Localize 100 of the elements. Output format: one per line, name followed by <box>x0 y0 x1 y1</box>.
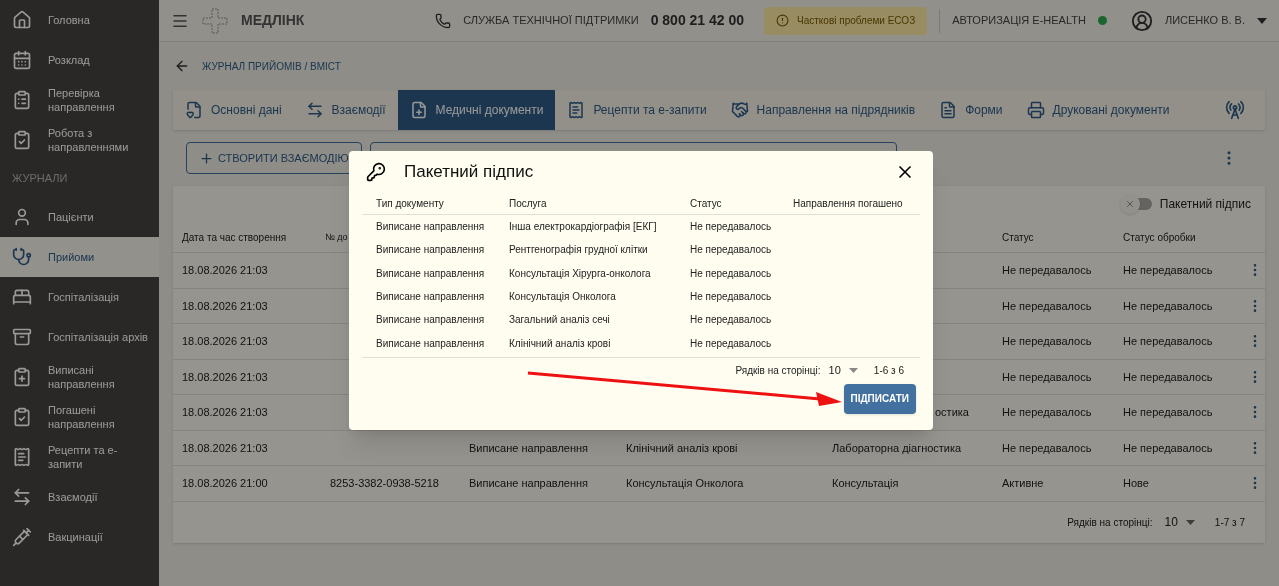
sidebar-item[interactable]: Виписані направлення <box>0 356 159 397</box>
phone-icon <box>435 12 452 29</box>
column-header: Направлення погашено <box>793 198 903 209</box>
table-cell: Виписане направлення <box>376 337 485 349</box>
tab[interactable]: Друковані документи <box>1014 90 1182 130</box>
table-cell: Не передавалось <box>690 314 772 326</box>
sidebar-item[interactable]: Прийоми <box>0 236 159 277</box>
table-cell: Виписане направлення <box>376 291 485 303</box>
printer-icon <box>1026 101 1045 119</box>
sidebar-item[interactable]: Перевірка направлення <box>0 80 159 120</box>
table-cell: Не передавалось <box>1123 264 1213 276</box>
tab[interactable]: Рецепти та е-запити <box>555 90 719 130</box>
back-icon[interactable] <box>174 58 190 74</box>
clipboard-plus-icon <box>12 366 32 387</box>
arrows-icon <box>305 101 324 119</box>
table-cell: 18.08.2026 21:03 <box>182 370 268 383</box>
table-cell: Консультація Онколога <box>509 291 616 303</box>
table-cell: Рентгенографія грудної клітки <box>509 244 648 256</box>
page-range: 1-7 з 7 <box>1214 515 1245 530</box>
table-cell: Виписане направлення <box>469 477 589 489</box>
tab[interactable]: Основні дані <box>173 90 294 130</box>
key-icon <box>366 162 386 182</box>
clipboard-list-icon <box>12 90 32 110</box>
table-cell: Виписане направлення <box>376 267 485 279</box>
file-icon <box>939 101 958 119</box>
rows-per-page-label: Рядків на сторінці: <box>735 363 821 378</box>
table-cell: Не передавалось <box>1123 406 1213 418</box>
table-cell: Не передавалось <box>690 337 772 349</box>
sidebar-item[interactable]: Взаємодії <box>0 476 159 517</box>
table-cell: Активне <box>1002 477 1044 489</box>
caret-icon <box>1185 519 1195 525</box>
column-header: № до <box>325 232 348 243</box>
arrows-icon <box>12 486 32 507</box>
clipboard-check-icon <box>12 406 32 427</box>
table-cell: Не передавалось <box>1123 370 1213 383</box>
caret-icon <box>848 367 858 373</box>
tab[interactable]: Медичні документи <box>397 90 556 130</box>
dialog-title: Пакетний підпис <box>404 161 534 184</box>
user-name[interactable]: ЛИСЕНКО В. В. <box>1164 12 1245 29</box>
table-cell: Консультація Хірурга-онколога <box>509 267 651 279</box>
column-header: Статус <box>1002 231 1034 243</box>
sidebar-item[interactable]: Рецепти та е-запити <box>0 436 159 477</box>
handshake-icon <box>730 101 749 119</box>
sidebar-item[interactable]: Госпіталізація архів <box>0 316 159 357</box>
table-cell: Не передавалось <box>1002 406 1092 418</box>
stethoscope-icon <box>12 246 32 267</box>
syringe-icon <box>12 526 32 547</box>
table-cell: Не передавалось <box>1002 264 1092 276</box>
sidebar-item[interactable]: Погашені направлення <box>0 396 159 437</box>
sidebar-item[interactable]: Пацієнти <box>0 196 159 237</box>
table-cell: Не передавалось <box>690 244 772 256</box>
table-cell: Виписане направлення <box>376 221 485 233</box>
home-icon <box>12 10 32 30</box>
tab[interactable]: Форми <box>927 90 1015 130</box>
table-cell: Інша електрокардіографія [ЕКГ] <box>509 221 657 233</box>
sidebar-item[interactable]: Головна <box>0 0 159 40</box>
alert-badge: Часткові проблеми ЕСОЗ <box>764 6 928 35</box>
table-cell: Лабораторна діагностика <box>832 441 962 454</box>
table-cell: остика <box>935 406 969 418</box>
table-cell: Клінічний аналіз крові <box>626 441 738 454</box>
table-cell: 18.08.2026 21:03 <box>182 299 268 312</box>
sidebar-item[interactable]: Робота з направленнями <box>0 120 159 160</box>
support-phone: 0 800 21 42 00 <box>650 11 745 30</box>
table-cell: 18.08.2026 21:03 <box>182 264 268 276</box>
table-cell: Не передавалось <box>690 267 772 279</box>
table-cell: 18.08.2026 21:03 <box>182 406 268 418</box>
sign-button[interactable]: ПІДПИСАТИ <box>843 383 916 414</box>
tab[interactable]: Направлення на підрядників <box>718 90 928 130</box>
table-cell: 18.08.2026 21:03 <box>182 441 268 454</box>
breadcrumb[interactable]: ЖУРНАЛ ПРИЙОМІВ / ВМІСТ <box>202 58 341 74</box>
sidebar-item[interactable]: Вакцинації <box>0 516 159 557</box>
section-title: ЖУРНАЛИ <box>11 171 69 186</box>
table-cell: Виписане направлення <box>376 314 485 326</box>
table-cell: Консультація Онколога <box>626 477 744 489</box>
calendar-icon <box>12 50 32 70</box>
archive-icon <box>12 326 32 347</box>
sidebar-item[interactable]: Розклад <box>0 40 159 80</box>
rows-per-page-select[interactable]: 10 <box>1164 513 1195 531</box>
caret-icon[interactable] <box>1257 17 1267 24</box>
close-icon <box>1124 199 1135 209</box>
rows-per-page-select[interactable]: 10 <box>828 362 858 379</box>
table-cell: Не передавалось <box>1002 335 1092 347</box>
table-cell: Не передавалось <box>690 291 772 303</box>
table-cell: Консультація <box>832 477 899 489</box>
table-cell: Не передавалось <box>1002 299 1092 312</box>
alert-icon <box>776 14 790 27</box>
logo-icon <box>201 6 229 35</box>
tab[interactable]: Взаємодії <box>293 90 398 130</box>
receipt-icon <box>567 101 586 119</box>
avatar-icon[interactable] <box>1130 9 1153 32</box>
table-cell: Не передавалось <box>690 221 772 233</box>
plus-icon <box>199 150 214 166</box>
clipboard-check-icon <box>12 130 32 150</box>
column-header: Дата та час створення <box>182 231 287 243</box>
logo-text: МЕДЛІНК <box>241 11 305 30</box>
column-header: Тип документу <box>376 198 444 209</box>
table-cell: Не передавалось <box>1002 370 1092 383</box>
table-cell: Не передавалось <box>1123 441 1213 454</box>
signal-icon[interactable] <box>1225 100 1245 120</box>
support-label: СЛУЖБА ТЕХНІЧНОЇ ПІДТРИМКИ <box>463 13 639 29</box>
